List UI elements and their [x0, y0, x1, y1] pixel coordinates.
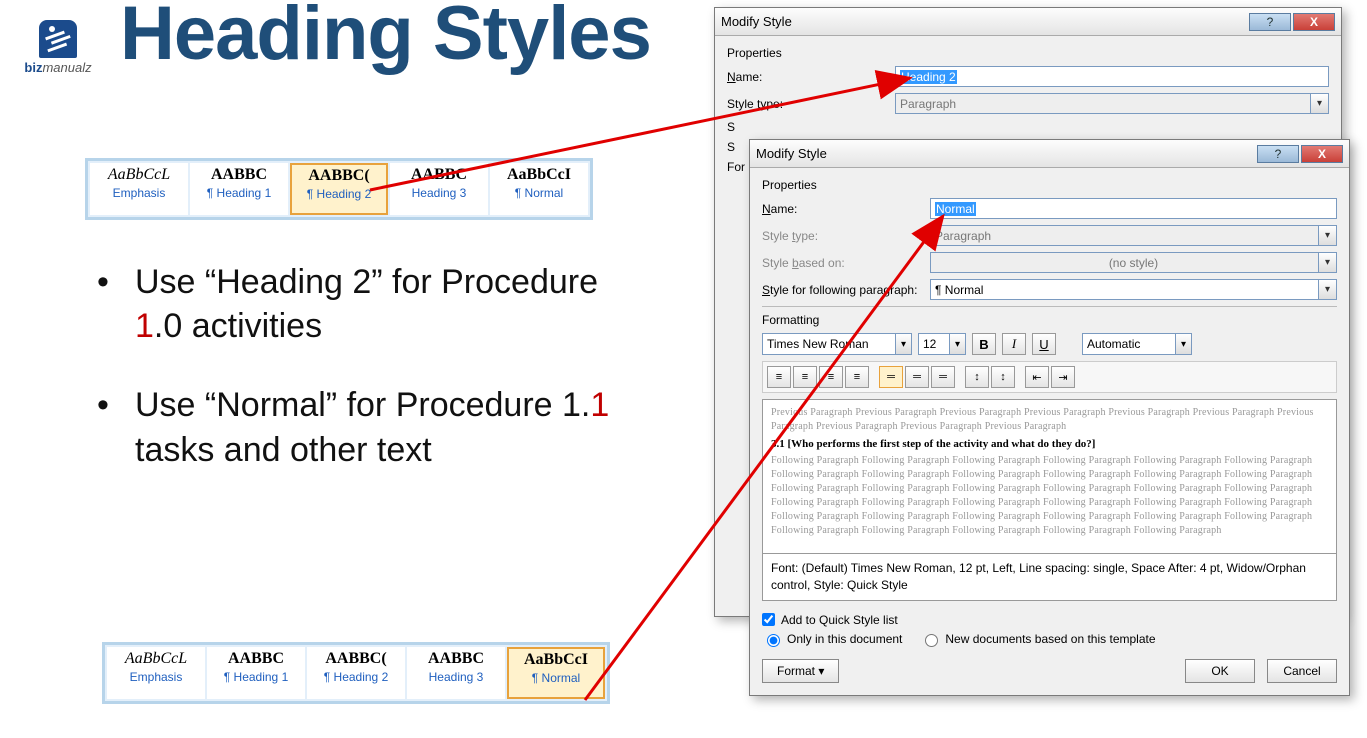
style-name-input[interactable]: Heading 2 — [895, 66, 1329, 87]
style-normal-selected[interactable]: AaBbCcI ¶ Normal — [507, 647, 605, 699]
align-center-icon[interactable]: ≡ — [793, 366, 817, 388]
decrease-indent-icon[interactable]: ⇤ — [1025, 366, 1049, 388]
modify-style-dialog-normal[interactable]: Modify Style ? X Properties Name: Normal… — [749, 139, 1350, 696]
style-emphasis[interactable]: AaBbCcL Emphasis — [107, 647, 205, 699]
chevron-down-icon[interactable] — [949, 334, 965, 354]
paragraph-toolbar: ≡ ≡ ≡ ≡ ═ ═ ═ ↕ ↕ ⇤ ⇥ — [762, 361, 1337, 393]
help-icon[interactable]: ? — [1249, 13, 1291, 31]
style-heading2-selected[interactable]: AABBC( ¶ Heading 2 — [290, 163, 388, 215]
chevron-down-icon[interactable] — [1310, 94, 1328, 113]
new-documents-radio[interactable]: New documents based on this template — [920, 631, 1155, 647]
styles-gallery-bottom[interactable]: AaBbCcL Emphasis AABBC ¶ Heading 1 AABBC… — [102, 642, 610, 704]
properties-label: Properties — [727, 46, 1329, 60]
close-icon[interactable]: X — [1301, 145, 1343, 163]
font-family-select[interactable]: Times New Roman — [762, 333, 912, 355]
space-before-icon[interactable]: ↕ — [965, 366, 989, 388]
only-this-document-radio[interactable]: Only in this document — [762, 631, 902, 647]
help-icon[interactable]: ? — [1257, 145, 1299, 163]
add-quick-style-checkbox[interactable]: Add to Quick Style list — [762, 613, 1337, 627]
properties-label: Properties — [762, 178, 1337, 192]
ok-button[interactable]: OK — [1185, 659, 1255, 683]
dialog-title-bar[interactable]: Modify Style ? X — [750, 140, 1349, 168]
align-justify-icon[interactable]: ≡ — [845, 366, 869, 388]
styles-gallery-top[interactable]: AaBbCcL Emphasis AABBC ¶ Heading 1 AABBC… — [85, 158, 593, 220]
dialog-title-text: Modify Style — [721, 14, 792, 29]
bullet-normal: Use “Normal” for Procedure 1.1 tasks and… — [95, 383, 635, 471]
style-description: Font: (Default) Times New Roman, 12 pt, … — [762, 554, 1337, 601]
align-left-icon[interactable]: ≡ — [767, 366, 791, 388]
format-button[interactable]: Format ▾ — [762, 659, 839, 683]
space-after-icon[interactable]: ↕ — [991, 366, 1015, 388]
dialog-title-bar[interactable]: Modify Style ? X — [715, 8, 1341, 36]
style-type-label: Style type: — [727, 97, 895, 111]
style-type-select: Paragraph — [930, 225, 1337, 246]
cancel-button[interactable]: Cancel — [1267, 659, 1337, 683]
spacing-2-icon[interactable]: ═ — [931, 366, 955, 388]
style-preview: Previous Paragraph Previous Paragraph Pr… — [762, 399, 1337, 554]
style-heading1[interactable]: AABBC ¶ Heading 1 — [207, 647, 305, 699]
style-type-label: Style type: — [762, 229, 930, 243]
align-right-icon[interactable]: ≡ — [819, 366, 843, 388]
style-heading3[interactable]: AABBC Heading 3 — [407, 647, 505, 699]
style-based-on-label: Style based on: — [762, 256, 930, 270]
style-name-input[interactable]: Normal — [930, 198, 1337, 219]
page-title: Heading Styles — [120, 0, 651, 77]
bold-button[interactable]: B — [972, 333, 996, 355]
dialog-title-text: Modify Style — [756, 146, 827, 161]
logo-text: bizmanualz — [24, 60, 91, 75]
style-normal[interactable]: AaBbCcI ¶ Normal — [490, 163, 588, 215]
style-emphasis[interactable]: AaBbCcL Emphasis — [90, 163, 188, 215]
style-heading1[interactable]: AABBC ¶ Heading 1 — [190, 163, 288, 215]
name-label: Name: — [762, 202, 930, 216]
style-following-label: Style for following paragraph: — [762, 283, 930, 297]
chevron-down-icon[interactable] — [1175, 334, 1191, 354]
style-heading3[interactable]: AABBC Heading 3 — [390, 163, 488, 215]
chevron-down-icon — [1318, 253, 1336, 272]
close-icon[interactable]: X — [1293, 13, 1335, 31]
font-size-select[interactable]: 12 — [918, 333, 966, 355]
spacing-1-icon[interactable]: ═ — [879, 366, 903, 388]
bullets-list: Use “Heading 2” for Procedure 1.0 activi… — [95, 260, 635, 507]
underline-button[interactable]: U — [1032, 333, 1056, 355]
style-following-select[interactable]: ¶ Normal — [930, 279, 1337, 300]
style-heading2[interactable]: AABBC( ¶ Heading 2 — [307, 647, 405, 699]
chevron-down-icon[interactable] — [1318, 280, 1336, 299]
logo-icon — [39, 20, 77, 58]
bullet-heading2: Use “Heading 2” for Procedure 1.0 activi… — [95, 260, 635, 348]
bizmanualz-logo: bizmanualz — [8, 20, 108, 75]
formatting-label: Formatting — [762, 306, 1337, 327]
italic-button[interactable]: I — [1002, 333, 1026, 355]
style-based-on-select: (no style) — [930, 252, 1337, 273]
chevron-down-icon — [1318, 226, 1336, 245]
increase-indent-icon[interactable]: ⇥ — [1051, 366, 1075, 388]
style-type-select[interactable]: Paragraph — [895, 93, 1329, 114]
spacing-15-icon[interactable]: ═ — [905, 366, 929, 388]
name-label: Name: — [727, 70, 895, 84]
chevron-down-icon[interactable] — [895, 334, 911, 354]
font-color-select[interactable]: Automatic — [1082, 333, 1192, 355]
